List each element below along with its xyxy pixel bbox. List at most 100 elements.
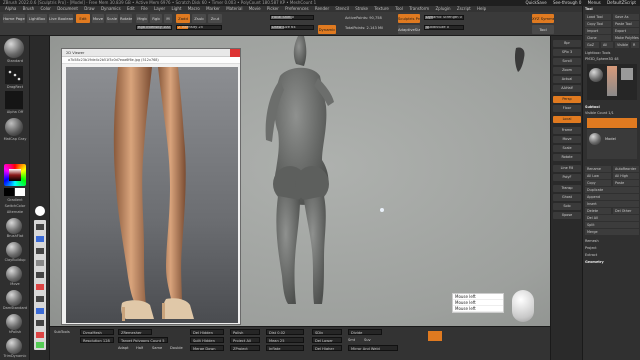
sculptris-pro-button[interactable]: Sculptris Pro	[398, 14, 420, 23]
m-button[interactable]: M	[164, 14, 172, 23]
copy-button[interactable]: Copy	[585, 180, 611, 186]
viewer-titlebar[interactable]: 2D Viewer	[62, 49, 240, 57]
polyf-button[interactable]: PolyF	[553, 174, 581, 181]
r-button[interactable]: R	[631, 42, 639, 48]
tool-thumbnails[interactable]	[587, 64, 637, 100]
local-button[interactable]: Local	[553, 116, 581, 123]
default-zscript-button[interactable]: DefaultZScript	[607, 0, 636, 5]
solo-button[interactable]: Solo	[553, 203, 581, 210]
dynamesh-button[interactable]: DynaMesh	[80, 329, 114, 335]
live-boolean-button[interactable]: Live Boolean	[49, 14, 73, 23]
del-higher-button[interactable]: Del Higher	[312, 345, 342, 351]
tool-palette-strip[interactable]	[34, 220, 46, 350]
rename-button[interactable]: Rename	[585, 166, 611, 172]
visible-button[interactable]: Visible	[615, 42, 629, 48]
brush-flat-thumb[interactable]	[6, 218, 22, 234]
scroll-button[interactable]: Scroll	[553, 58, 581, 65]
scale-button[interactable]: Scale	[106, 14, 118, 23]
main-color-swatch[interactable]	[4, 188, 14, 196]
rgb-intensity-slider[interactable]: Rgb Intensity 100	[136, 25, 172, 30]
scale-view-button[interactable]: Scale	[553, 145, 581, 152]
geometry-section-title[interactable]: Geometry	[585, 259, 639, 265]
hpolish-thumb[interactable]	[6, 314, 22, 330]
sdiv-slider[interactable]: SDiv	[312, 329, 342, 335]
del-other-button[interactable]: Del Other	[613, 208, 639, 214]
polymesh-tool-thumb[interactable]	[621, 68, 633, 80]
focal-shift-slider[interactable]: Focal Shift 0	[270, 15, 314, 20]
del-hidden-button[interactable]: Del Hidden	[190, 329, 224, 335]
zadd-button[interactable]: Zadd	[176, 14, 190, 23]
line-fill-button[interactable]: Line Fill	[553, 165, 581, 172]
zremesher-button[interactable]: ZRemesher	[118, 329, 152, 335]
draw-size-slider[interactable]: Draw Size 64	[270, 25, 314, 30]
dynamic-strength-slider[interactable]: Dynamic Strength 0	[424, 15, 464, 20]
paste-tool-button[interactable]: Paste Tool	[613, 21, 639, 27]
polish-button[interactable]: Polish	[230, 329, 260, 335]
floor-button[interactable]: Floor	[553, 105, 581, 112]
dam-standard-thumb[interactable]	[6, 290, 22, 306]
mrgb-button[interactable]: Mrgb	[136, 14, 148, 23]
quicksave-button[interactable]: QuickSave	[526, 0, 547, 5]
del-all-button[interactable]: Del All	[585, 215, 639, 221]
info-icon[interactable]	[35, 206, 45, 216]
mean-slider[interactable]: Mean 25	[266, 337, 304, 343]
project-section[interactable]: Project	[585, 245, 639, 251]
subtool-active-row[interactable]	[587, 118, 637, 128]
zoom-button[interactable]: Zoom	[553, 67, 581, 74]
subdiv-size-slider[interactable]: SubdivSize 0	[424, 25, 464, 30]
sphere-tool-thumb[interactable]	[589, 68, 603, 82]
half-button[interactable]: Half	[136, 345, 143, 351]
insert-button[interactable]: Insert	[585, 201, 639, 207]
all-button[interactable]: All	[601, 42, 613, 48]
all-high-button[interactable]: All High	[613, 173, 639, 179]
split-button[interactable]: Split	[585, 222, 639, 228]
ghost-button[interactable]: Ghost	[553, 194, 581, 201]
remesh-section[interactable]: Remesh	[585, 238, 639, 244]
stroke-thumbnail[interactable]	[5, 66, 23, 84]
inflate-slider[interactable]: Inflate	[266, 345, 304, 351]
zcut-button[interactable]: Zcut	[208, 14, 222, 23]
adaptive-size-button[interactable]: AdaptiveSize	[398, 25, 420, 34]
clay-buildup-thumb[interactable]	[6, 242, 22, 258]
zproject-button[interactable]: ZProject	[230, 345, 260, 351]
dist-slider[interactable]: Dist 0.02	[266, 329, 304, 335]
duplicate-button[interactable]: Duplicate	[585, 187, 639, 193]
same-button[interactable]: Same	[152, 345, 162, 351]
transp-button[interactable]: Transp	[553, 185, 581, 192]
aahalf-button[interactable]: AAHalf	[553, 85, 581, 92]
smt-toggle[interactable]: Smt	[348, 337, 355, 343]
xpose-button[interactable]: Xpose	[553, 212, 581, 219]
gradient-label[interactable]: Gradient	[2, 198, 28, 202]
merge-down-button[interactable]: Merge Down	[190, 345, 224, 351]
actual-button[interactable]: Actual	[553, 76, 581, 83]
frame-button[interactable]: Frame	[553, 127, 581, 134]
suv-toggle[interactable]: Suv	[364, 337, 371, 343]
spix-slider[interactable]: SPix 3	[553, 49, 581, 56]
sculpt-model[interactable]	[250, 36, 370, 306]
edit-button[interactable]: Edit	[76, 14, 90, 23]
rgb-button[interactable]: Rgb	[150, 14, 162, 23]
project-all-button[interactable]: Project All	[230, 337, 260, 343]
make-polymesh-button[interactable]: Make PolyMesh3D	[613, 35, 639, 41]
brush-thumbnail[interactable]	[4, 38, 24, 58]
tool-palette-title[interactable]: Tool	[585, 6, 639, 12]
move-button[interactable]: Move	[92, 14, 104, 23]
double-button[interactable]: Double	[170, 345, 183, 351]
all-low-button[interactable]: All Low	[585, 173, 611, 179]
split-hidden-button[interactable]: Split Hidden	[190, 337, 224, 343]
save-as-button[interactable]: Save As	[613, 14, 639, 20]
del-lower-button[interactable]: Del Lower	[312, 337, 342, 343]
home-page-button[interactable]: Home Page	[3, 14, 25, 23]
mirror-and-weld-button[interactable]: Mirror And Weld	[348, 345, 398, 351]
zsub-button[interactable]: Zsub	[192, 14, 206, 23]
alpha-thumbnail[interactable]	[5, 91, 23, 109]
adapt-button[interactable]: Adapt	[118, 345, 129, 351]
import-button[interactable]: Import	[585, 28, 611, 34]
merge-button[interactable]: Merge	[585, 229, 639, 235]
subtool-list[interactable]: Model	[587, 129, 637, 159]
close-icon[interactable]	[230, 49, 240, 57]
rotate-view-button[interactable]: Rotate	[553, 154, 581, 161]
bpr-button[interactable]: Bpr	[553, 40, 581, 47]
color-picker[interactable]	[4, 164, 26, 186]
secondary-color-swatch[interactable]	[15, 188, 25, 196]
